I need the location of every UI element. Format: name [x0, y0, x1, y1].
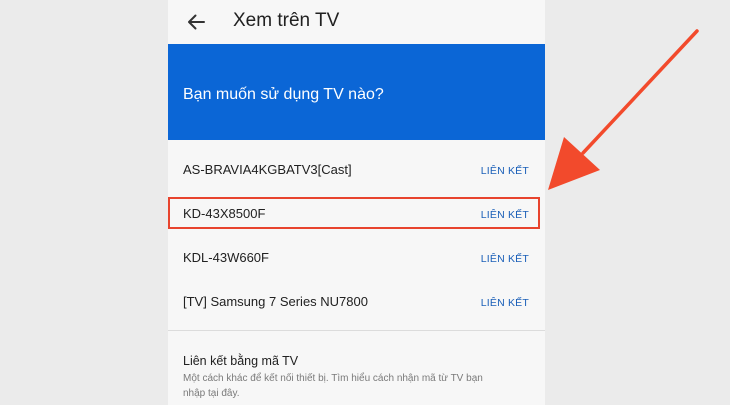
device-row-samsung[interactable]: [TV] Samsung 7 Series NU7800 LIÊN KẾT	[168, 280, 545, 324]
device-name: KDL-43W660F	[183, 250, 269, 265]
link-button[interactable]: LIÊN KẾT	[481, 164, 529, 178]
back-button[interactable]	[178, 4, 214, 40]
divider	[168, 330, 545, 331]
link-button[interactable]: LIÊN KẾT	[481, 296, 529, 310]
device-list: AS-BRAVIA4KGBATV3[Cast] LIÊN KẾT KD-43X8…	[168, 148, 545, 324]
banner-text: Bạn muốn sử dụng TV nào?	[183, 86, 384, 103]
link-by-code-description: Một cách khác để kết nối thiết bị. Tìm h…	[183, 373, 483, 399]
highlight-box	[168, 197, 540, 229]
device-row-kdl-43w660f[interactable]: KDL-43W660F LIÊN KẾT	[168, 236, 545, 280]
app-bar: Xem trên TV	[168, 0, 545, 44]
link-by-code-title[interactable]: Liên kết bằng mã TV	[183, 353, 298, 369]
page-title: Xem trên TV	[233, 10, 340, 31]
question-banner: Bạn muốn sử dụng TV nào?	[168, 44, 545, 140]
device-name: [TV] Samsung 7 Series NU7800	[183, 294, 368, 309]
arrow-left-icon	[188, 14, 205, 30]
device-row-as-bravia[interactable]: AS-BRAVIA4KGBATV3[Cast] LIÊN KẾT	[168, 148, 545, 192]
device-name: AS-BRAVIA4KGBATV3[Cast]	[183, 162, 352, 177]
link-button[interactable]: LIÊN KẾT	[481, 252, 529, 266]
